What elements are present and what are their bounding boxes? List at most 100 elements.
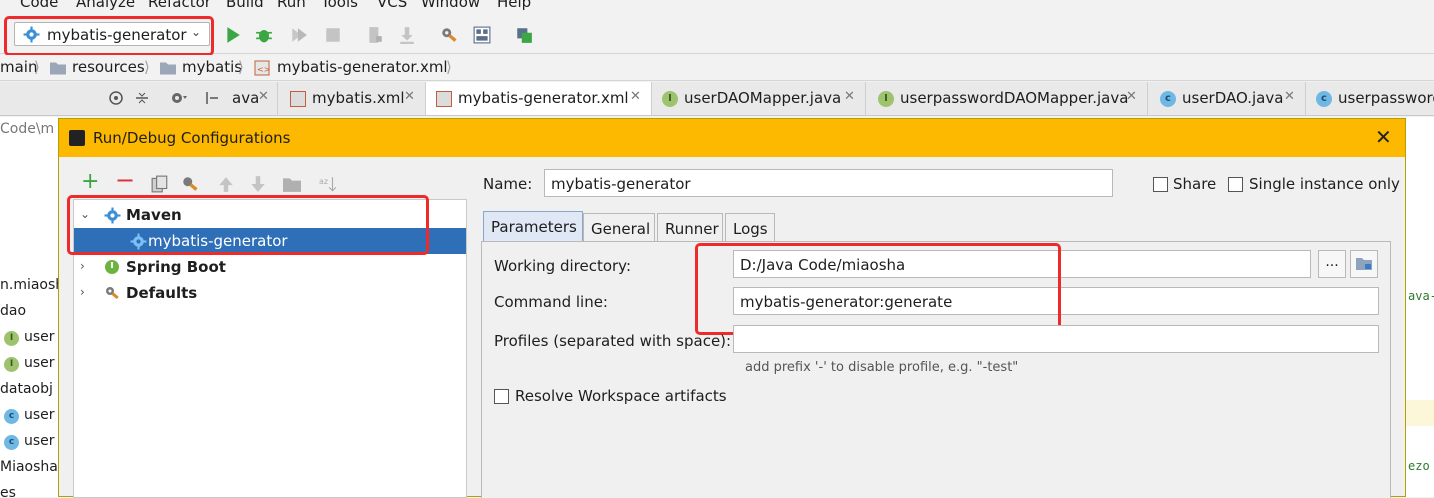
name-field[interactable]: mybatis-generator <box>544 169 1113 197</box>
breadcrumb-resources[interactable]: resources <box>72 58 145 76</box>
single-instance-label: Single instance only <box>1249 175 1400 193</box>
tab-userpassworddaomapper[interactable]: I userpasswordDAOMapper.java ✕ <box>866 82 1148 115</box>
name-label: Name: <box>483 175 533 193</box>
settings-icon[interactable] <box>440 26 458 44</box>
interface-icon: I <box>4 357 19 372</box>
tab-userdao[interactable]: c userDAO.java ✕ <box>1148 82 1306 115</box>
profiles-hint: add prefix '-' to disable profile, e.g. … <box>745 360 1019 375</box>
tab-logs[interactable]: Logs <box>725 213 775 241</box>
macro-folder-button[interactable] <box>1350 250 1378 278</box>
share-checkbox[interactable] <box>1153 177 1168 192</box>
editor-code-fragment: ava- <box>1408 289 1434 303</box>
move-down-icon[interactable] <box>249 175 267 193</box>
folder-icon <box>1356 258 1372 270</box>
interface-icon: I <box>4 331 19 346</box>
tab-parameters[interactable]: Parameters <box>483 211 583 241</box>
dialog-title-bar: Run/Debug Configurations ✕ <box>59 119 1405 157</box>
main-toolbar: mybatis-generator ⌄ <box>0 14 1434 56</box>
stop-icon[interactable] <box>324 26 342 44</box>
tab-java-partial[interactable]: ava ✕ <box>224 82 278 115</box>
menu-analyze[interactable]: Analyze <box>76 0 135 11</box>
build-icon[interactable] <box>366 26 384 44</box>
chevron-right-icon[interactable]: › <box>80 285 85 299</box>
sdk-icon[interactable] <box>515 26 533 44</box>
chevron-right-icon[interactable]: › <box>80 259 85 273</box>
menu-window[interactable]: Window <box>421 0 480 11</box>
sort-icon[interactable]: az <box>319 175 337 193</box>
copy-icon[interactable] <box>151 175 169 193</box>
class-icon: c <box>4 409 19 424</box>
folder-icon <box>160 62 176 75</box>
hide-panel-icon[interactable] <box>204 90 220 106</box>
download-icon[interactable] <box>398 26 416 44</box>
menu-refactor[interactable]: Refactor <box>148 0 211 11</box>
tree-item-package[interactable]: n.miaosh <box>0 277 58 293</box>
menu-tools[interactable]: Tools <box>321 0 358 11</box>
tree-item-dao[interactable]: dao <box>0 303 26 319</box>
tree-item-userpassword-mapper[interactable]: user <box>24 355 55 371</box>
xml-file-icon: <> <box>254 60 270 76</box>
tab-general[interactable]: General <box>583 213 655 241</box>
browse-button[interactable]: ... <box>1318 250 1346 278</box>
tab-userdaomapper[interactable]: I userDAOMapper.java ✕ <box>652 82 866 115</box>
highlight-run-config <box>4 16 214 56</box>
tree-group-spring-boot[interactable]: › Spring Boot <box>74 254 466 280</box>
coverage-icon[interactable] <box>290 26 308 44</box>
folder-icon[interactable] <box>283 175 301 193</box>
locate-icon[interactable] <box>108 90 124 106</box>
close-icon[interactable]: ✕ <box>1375 125 1392 149</box>
project-structure-icon[interactable] <box>473 26 491 44</box>
breadcrumb-main[interactable]: main <box>0 58 37 76</box>
breadcrumb-mybatis[interactable]: mybatis <box>182 58 242 76</box>
close-icon[interactable]: ✕ <box>1126 89 1137 104</box>
move-up-icon[interactable] <box>217 175 235 193</box>
menu-help[interactable]: Help <box>497 0 531 11</box>
tab-mybatis-generator-xml[interactable]: mybatis-generator.xml ✕ <box>426 82 652 115</box>
debug-icon[interactable] <box>255 26 273 44</box>
collapse-icon[interactable] <box>134 90 150 106</box>
resolve-workspace-checkbox[interactable] <box>494 389 509 404</box>
run-icon[interactable] <box>224 26 242 44</box>
tree-item-resources[interactable]: es <box>0 485 16 497</box>
menu-build[interactable]: Build <box>226 0 264 11</box>
project-path: Code\m <box>0 121 55 137</box>
profiles-label: Profiles (separated with space): <box>494 332 732 350</box>
tab-mybatis-xml[interactable]: mybatis.xml ✕ <box>278 82 426 115</box>
close-icon[interactable]: ✕ <box>630 89 641 104</box>
highlight-maven-tree <box>67 195 429 255</box>
tree-item-miaosha[interactable]: Miaosha <box>0 459 58 475</box>
add-icon[interactable]: + <box>81 171 99 193</box>
spring-boot-icon <box>105 260 119 274</box>
tree-item-userpassword-class[interactable]: user <box>24 433 55 449</box>
close-icon[interactable]: ✕ <box>844 89 855 104</box>
svg-text:az: az <box>319 177 328 186</box>
breadcrumb-file[interactable]: mybatis-generator.xml <box>277 58 448 76</box>
interface-icon: I <box>878 91 894 107</box>
wrench-icon[interactable] <box>181 175 199 193</box>
close-icon[interactable]: ✕ <box>258 89 269 104</box>
editor-code-fragment: ezo <box>1408 459 1430 473</box>
svg-text:<>: <> <box>257 65 270 74</box>
tree-item-user-mapper[interactable]: user <box>24 329 55 345</box>
tree-item-user-class[interactable]: user <box>24 407 55 423</box>
class-icon: c <box>4 435 19 450</box>
close-icon[interactable]: ✕ <box>1284 89 1295 104</box>
menu-bar: Code Analyze Refactor Build Run Tools VC… <box>0 0 1434 14</box>
remove-icon[interactable]: − <box>115 168 135 192</box>
single-instance-checkbox[interactable] <box>1228 177 1243 192</box>
menu-run[interactable]: Run <box>277 0 306 11</box>
profiles-field[interactable] <box>733 325 1379 353</box>
tree-item-dataobject[interactable]: dataobj <box>0 381 53 397</box>
gear-icon[interactable] <box>170 90 188 106</box>
menu-vcs[interactable]: VCS <box>377 0 407 11</box>
tab-runner[interactable]: Runner <box>657 213 723 241</box>
menu-code[interactable]: Code <box>20 0 58 11</box>
tree-group-defaults[interactable]: › Defaults <box>74 280 466 306</box>
class-icon: c <box>1160 91 1176 107</box>
tab-userpassword-partial[interactable]: c userpassword <box>1306 82 1434 115</box>
intellij-logo-icon <box>69 130 85 146</box>
close-icon[interactable]: ✕ <box>404 89 415 104</box>
xml-icon <box>290 91 306 107</box>
highlight-params <box>695 243 1061 335</box>
working-directory-label: Working directory: <box>494 257 632 275</box>
